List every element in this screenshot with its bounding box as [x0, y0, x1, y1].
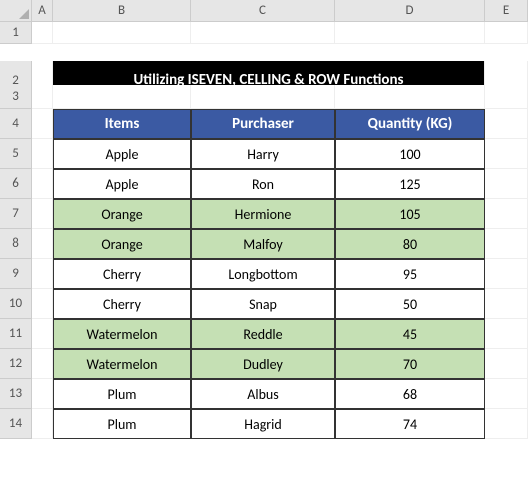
cell-E5[interactable] — [485, 139, 528, 169]
cell-E1[interactable] — [485, 22, 528, 44]
cell-D7[interactable]: 105 — [335, 199, 485, 229]
col-header-E[interactable]: E — [485, 0, 528, 22]
cell-C6[interactable]: Ron — [191, 169, 335, 199]
cell-A14[interactable] — [32, 409, 53, 439]
cell-D10[interactable]: 50 — [335, 289, 485, 319]
cell-B5[interactable]: Apple — [53, 139, 191, 169]
row-header-3[interactable]: 3 — [0, 85, 32, 109]
cell-B8[interactable]: Orange — [53, 229, 191, 259]
cell-E13[interactable] — [485, 379, 528, 409]
cell-E7[interactable] — [485, 199, 528, 229]
cell-D11[interactable]: 45 — [335, 319, 485, 349]
cell-A5[interactable] — [32, 139, 53, 169]
cell-B7[interactable]: Orange — [53, 199, 191, 229]
col-header-D[interactable]: D — [335, 0, 485, 22]
cell-B11[interactable]: Watermelon — [53, 319, 191, 349]
cell-C1[interactable] — [191, 22, 335, 44]
cell-D1[interactable] — [335, 22, 485, 44]
cell-A1[interactable] — [32, 22, 53, 44]
table-header-qty[interactable]: Quantity (KG) — [335, 109, 485, 139]
cell-D13[interactable]: 68 — [335, 379, 485, 409]
cell-C8[interactable]: Malfoy — [191, 229, 335, 259]
cell-C14[interactable]: Hagrid — [191, 409, 335, 439]
cell-B10[interactable]: Cherry — [53, 289, 191, 319]
cell-B12[interactable]: Watermelon — [53, 349, 191, 379]
cell-D9[interactable]: 95 — [335, 259, 485, 289]
cell-A13[interactable] — [32, 379, 53, 409]
table-header-purchaser[interactable]: Purchaser — [191, 109, 335, 139]
row-header-10[interactable]: 10 — [0, 289, 32, 319]
row-header-6[interactable]: 6 — [0, 169, 32, 199]
row-header-7[interactable]: 7 — [0, 199, 32, 229]
cell-A11[interactable] — [32, 319, 53, 349]
cell-A9[interactable] — [32, 259, 53, 289]
cell-A3[interactable] — [32, 85, 53, 109]
row-header-9[interactable]: 9 — [0, 259, 32, 289]
cell-C12[interactable]: Dudley — [191, 349, 335, 379]
cell-B14[interactable]: Plum — [53, 409, 191, 439]
cell-E10[interactable] — [485, 289, 528, 319]
cell-C7[interactable]: Hermione — [191, 199, 335, 229]
cell-D14[interactable]: 74 — [335, 409, 485, 439]
cell-A10[interactable] — [32, 289, 53, 319]
cell-A8[interactable] — [32, 229, 53, 259]
cell-C5[interactable]: Harry — [191, 139, 335, 169]
cell-B1[interactable] — [53, 22, 191, 44]
spreadsheet-grid[interactable]: A B C D E 1 2 Utilizing ISEVEN, CELLING … — [0, 0, 528, 439]
col-header-A[interactable]: A — [32, 0, 53, 22]
col-header-C[interactable]: C — [191, 0, 335, 22]
cell-D5[interactable]: 100 — [335, 139, 485, 169]
cell-E8[interactable] — [485, 229, 528, 259]
cell-D12[interactable]: 70 — [335, 349, 485, 379]
cell-A7[interactable] — [32, 199, 53, 229]
cell-E9[interactable] — [485, 259, 528, 289]
cell-C11[interactable]: Reddle — [191, 319, 335, 349]
cell-E14[interactable] — [485, 409, 528, 439]
row-header-14[interactable]: 14 — [0, 409, 32, 439]
row-header-1[interactable]: 1 — [0, 22, 32, 44]
cell-B9[interactable]: Cherry — [53, 259, 191, 289]
cell-A6[interactable] — [32, 169, 53, 199]
row-header-13[interactable]: 13 — [0, 379, 32, 409]
cell-C3[interactable] — [191, 85, 335, 109]
cell-E3[interactable] — [485, 85, 528, 109]
cell-A12[interactable] — [32, 349, 53, 379]
cell-B3[interactable] — [53, 85, 191, 109]
row-header-5[interactable]: 5 — [0, 139, 32, 169]
cell-B6[interactable]: Apple — [53, 169, 191, 199]
cell-C10[interactable]: Snap — [191, 289, 335, 319]
cell-C13[interactable]: Albus — [191, 379, 335, 409]
cell-B13[interactable]: Plum — [53, 379, 191, 409]
cell-D6[interactable]: 125 — [335, 169, 485, 199]
cell-A4[interactable] — [32, 109, 53, 139]
row-header-4[interactable]: 4 — [0, 109, 32, 139]
select-all-corner[interactable] — [0, 0, 32, 22]
cell-E11[interactable] — [485, 319, 528, 349]
cell-D3[interactable] — [335, 85, 485, 109]
row-header-8[interactable]: 8 — [0, 229, 32, 259]
cell-E4[interactable] — [485, 109, 528, 139]
row-header-12[interactable]: 12 — [0, 349, 32, 379]
cell-D8[interactable]: 80 — [335, 229, 485, 259]
cell-C9[interactable]: Longbottom — [191, 259, 335, 289]
table-header-items[interactable]: Items — [53, 109, 191, 139]
row-header-11[interactable]: 11 — [0, 319, 32, 349]
cell-E12[interactable] — [485, 349, 528, 379]
cell-E6[interactable] — [485, 169, 528, 199]
col-header-B[interactable]: B — [53, 0, 191, 22]
